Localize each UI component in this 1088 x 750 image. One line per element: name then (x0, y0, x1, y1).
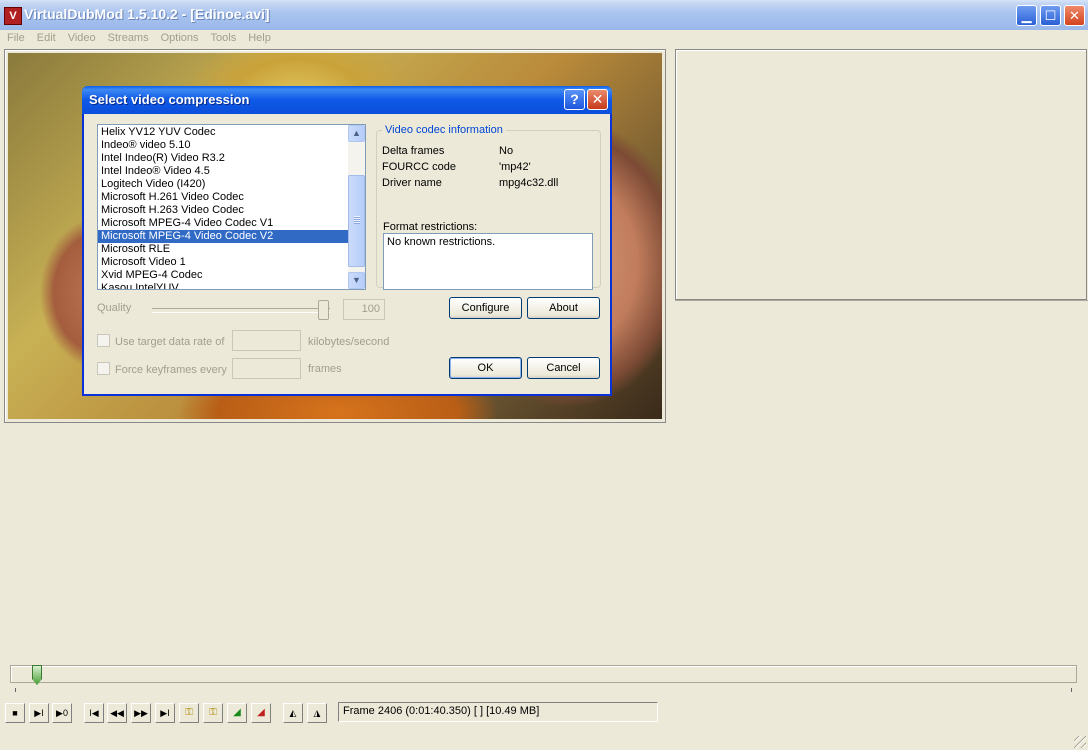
list-item[interactable]: Kasou IntelYUV (98, 282, 348, 289)
codec-list-scrollbar[interactable]: ▲ ▼ (348, 125, 365, 289)
list-item[interactable]: Intel Indeo® Video 4.5 (98, 165, 348, 178)
list-item[interactable]: Microsoft Video 1 (98, 256, 348, 269)
list-item[interactable]: Microsoft H.263 Video Codec (98, 204, 348, 217)
keyframes-checkbox[interactable] (97, 362, 110, 375)
list-item[interactable]: Intel Indeo(R) Video R3.2 (98, 152, 348, 165)
about-button[interactable]: About (527, 297, 600, 319)
ok-button[interactable]: OK (449, 357, 522, 379)
timeline-end-tick (1071, 688, 1072, 692)
list-item[interactable]: Microsoft RLE (98, 243, 348, 256)
play-input-icon[interactable]: ▶I (29, 703, 49, 723)
list-item-selected[interactable]: Microsoft MPEG-4 Video Codec V2 (98, 230, 348, 243)
menu-file[interactable]: File (2, 31, 30, 46)
menu-options[interactable]: Options (156, 31, 204, 46)
quality-slider-track[interactable] (152, 308, 330, 313)
delta-frames-label: Delta frames (382, 145, 445, 157)
quality-label: Quality (97, 302, 132, 314)
prev-keyframe-icon[interactable]: ⚿ (179, 703, 199, 723)
go-to-start-icon[interactable]: I◀ (84, 703, 104, 723)
cancel-button[interactable]: Cancel (527, 357, 600, 379)
codec-list[interactable]: Helix YV12 YUV Codec Indeo® video 5.10 I… (97, 124, 366, 290)
minimize-button[interactable]: ▁ (1016, 5, 1037, 26)
format-restrictions-box[interactable]: No known restrictions. (383, 233, 593, 290)
fourcc-value: 'mp42' (499, 161, 531, 173)
prev-scene-icon[interactable]: ◢ (227, 703, 247, 723)
target-rate-input[interactable] (232, 330, 301, 351)
list-item[interactable]: Helix YV12 YUV Codec (98, 126, 348, 139)
play-output-icon[interactable]: ▶0 (52, 703, 72, 723)
keyframes-unit: frames (308, 363, 342, 375)
keyframes-input[interactable] (232, 358, 301, 379)
menu-help[interactable]: Help (243, 31, 276, 46)
menu-tools[interactable]: Tools (206, 31, 242, 46)
group-legend: Video codec information (382, 124, 506, 136)
app-icon[interactable]: V (4, 7, 22, 25)
menu-streams[interactable]: Streams (103, 31, 154, 46)
window-titlebar[interactable]: V VirtualDubMod 1.5.10.2 - [Edinoe.avi] … (0, 0, 1088, 31)
next-scene-icon[interactable]: ◢ (251, 703, 271, 723)
list-item[interactable]: Microsoft MPEG-4 Video Codec V1 (98, 217, 348, 230)
list-item[interactable]: Logitech Video (I420) (98, 178, 348, 191)
configure-button[interactable]: Configure (449, 297, 522, 319)
target-rate-label: Use target data rate of (115, 336, 225, 348)
list-item[interactable]: Xvid MPEG-4 Codec (98, 269, 348, 282)
step-forward-icon[interactable]: ▶▶ (131, 703, 151, 723)
menu-video[interactable]: Video (63, 31, 101, 46)
list-item[interactable]: Microsoft H.261 Video Codec (98, 191, 348, 204)
target-rate-unit: kilobytes/second (308, 336, 390, 348)
mark-in-icon[interactable]: ◭ (283, 703, 303, 723)
timeline-track[interactable] (10, 665, 1077, 683)
quality-slider-thumb[interactable] (318, 300, 329, 320)
resize-grip-icon[interactable] (1074, 736, 1086, 748)
delta-frames-value: No (499, 145, 514, 157)
target-rate-checkbox[interactable] (97, 334, 110, 347)
output-video-pane[interactable] (675, 49, 1087, 300)
select-video-compression-dialog: Select video compression ? ✕ Helix YV12 … (82, 86, 612, 396)
menu-edit[interactable]: Edit (32, 31, 61, 46)
stop-icon[interactable]: ■ (5, 703, 25, 723)
mark-out-icon[interactable]: ◮ (307, 703, 327, 723)
quality-value[interactable]: 100 (343, 299, 385, 320)
dialog-close-button[interactable]: ✕ (587, 89, 608, 110)
pane-divider (675, 300, 1088, 301)
close-window-button[interactable]: ✕ (1064, 5, 1085, 26)
menu-bar: File Edit Video Streams Options Tools Help (0, 30, 1088, 47)
driver-value: mpg4c32.dll (499, 177, 559, 189)
keyframes-row[interactable]: Force keyframes every (97, 362, 227, 376)
keyframes-label: Force keyframes every (115, 364, 227, 376)
video-codec-info-group: Video codec information Delta frames No … (376, 124, 601, 290)
window-title: VirtualDubMod 1.5.10.2 - [Edinoe.avi] (24, 6, 270, 22)
timeline-start-tick (15, 688, 16, 692)
scrollbar-thumb[interactable] (348, 175, 365, 267)
maximize-button[interactable]: ☐ (1040, 5, 1061, 26)
next-keyframe-icon[interactable]: ⚿ (203, 703, 223, 723)
scroll-down-icon[interactable]: ▼ (348, 272, 365, 289)
target-rate-row[interactable]: Use target data rate of (97, 334, 224, 348)
driver-label: Driver name (382, 177, 442, 189)
go-to-end-icon[interactable]: ▶I (155, 703, 175, 723)
step-back-icon[interactable]: ◀◀ (107, 703, 127, 723)
dialog-title: Select video compression (89, 92, 250, 107)
scroll-up-icon[interactable]: ▲ (348, 125, 365, 142)
dialog-titlebar[interactable]: Select video compression ? ✕ (82, 86, 612, 114)
format-restrictions-label: Format restrictions: (383, 221, 478, 233)
help-button[interactable]: ? (564, 89, 585, 110)
frame-status: Frame 2406 (0:01:40.350) [ ] [10.49 MB] (338, 702, 658, 722)
fourcc-label: FOURCC code (382, 161, 456, 173)
list-item[interactable]: Indeo® video 5.10 (98, 139, 348, 152)
